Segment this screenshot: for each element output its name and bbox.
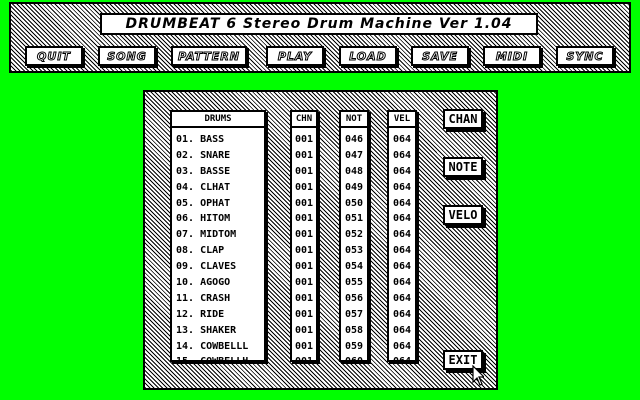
velocity-value[interactable]: 064: [389, 196, 415, 212]
quit-button[interactable]: QUIT: [25, 46, 83, 66]
chan-button[interactable]: CHAN: [443, 109, 483, 129]
velocity-value[interactable]: 064: [389, 211, 415, 227]
drum-list-item[interactable]: 08. CLAP: [172, 243, 264, 259]
midi-button[interactable]: MIDI: [483, 46, 541, 66]
note-value[interactable]: 056: [341, 291, 367, 307]
load-button[interactable]: LOAD: [339, 46, 397, 66]
velocity-value[interactable]: 064: [389, 132, 415, 148]
channel-value[interactable]: 001: [292, 275, 316, 291]
channel-value[interactable]: 001: [292, 259, 316, 275]
app-title: DRUMBEAT 6 Stereo Drum Machine Ver 1.04: [100, 13, 538, 35]
channel-value[interactable]: 001: [292, 227, 316, 243]
channel-column: CHN 001 001 001 001 001 001 001 001 001 001 001 001…: [290, 110, 318, 367]
note-value[interactable]: 052: [341, 227, 367, 243]
drum-list-item[interactable]: 09. CLAVES: [172, 259, 264, 275]
drum-list-item[interactable]: 06. HITOM: [172, 211, 264, 227]
velocity-value[interactable]: 064: [389, 291, 415, 307]
drum-list-item[interactable]: 05. OPHAT: [172, 196, 264, 212]
song-button[interactable]: SONG: [98, 46, 156, 66]
channel-value[interactable]: 001: [292, 211, 316, 227]
note-value[interactable]: 050: [341, 196, 367, 212]
velocity-value[interactable]: 064: [389, 354, 415, 370]
note-value[interactable]: 051: [341, 211, 367, 227]
velocity-value[interactable]: 064: [389, 307, 415, 323]
drum-list-item[interactable]: 13. SHAKER: [172, 323, 264, 339]
channel-value[interactable]: 001: [292, 180, 316, 196]
chn-header: CHN: [292, 112, 316, 128]
drum-list-item[interactable]: 04. CLHAT: [172, 180, 264, 196]
velocity-value[interactable]: 064: [389, 227, 415, 243]
velocity-value[interactable]: 064: [389, 259, 415, 275]
velocity-value[interactable]: 064: [389, 164, 415, 180]
velocity-value[interactable]: 064: [389, 275, 415, 291]
channel-value[interactable]: 001: [292, 307, 316, 323]
note-value[interactable]: 055: [341, 275, 367, 291]
drum-list-item[interactable]: 07. MIDTOM: [172, 227, 264, 243]
channel-value[interactable]: 001: [292, 132, 316, 148]
note-value[interactable]: 049: [341, 180, 367, 196]
velocity-value[interactable]: 064: [389, 323, 415, 339]
drum-list-item[interactable]: 11. CRASH: [172, 291, 264, 307]
mouse-pointer-icon: [472, 365, 484, 386]
channel-value[interactable]: 001: [292, 354, 316, 370]
note-value[interactable]: 048: [341, 164, 367, 180]
channel-value[interactable]: 001: [292, 148, 316, 164]
note-button[interactable]: NOTE: [443, 157, 483, 177]
channel-value[interactable]: 001: [292, 196, 316, 212]
note-value[interactable]: 057: [341, 307, 367, 323]
note-column: NOT 046 047 048 049 050 051 052 053 054 055 056 057…: [339, 110, 369, 367]
note-value[interactable]: 053: [341, 243, 367, 259]
channel-value[interactable]: 001: [292, 323, 316, 339]
drum-list-item[interactable]: 12. RIDE: [172, 307, 264, 323]
channel-value[interactable]: 001: [292, 291, 316, 307]
channel-value[interactable]: 001: [292, 339, 316, 355]
channel-value[interactable]: 001: [292, 164, 316, 180]
play-button[interactable]: PLAY: [266, 46, 324, 66]
velo-button[interactable]: VELO: [443, 205, 483, 225]
note-value[interactable]: 060: [341, 354, 367, 370]
drum-list-item[interactable]: 02. SNARE: [172, 148, 264, 164]
note-value[interactable]: 059: [341, 339, 367, 355]
drum-list-item[interactable]: 01. BASS: [172, 132, 264, 148]
drum-list-item[interactable]: 10. AGOGO: [172, 275, 264, 291]
drum-settings-panel: DRUMS 01. BASS 02. SNARE 03. BASSE 04. CLHA…: [143, 90, 498, 390]
sync-button[interactable]: SYNC: [556, 46, 614, 66]
velocity-column: VEL 064 064 064 064 064 064 064 064 064 064 064 064…: [387, 110, 417, 367]
velocity-value[interactable]: 064: [389, 243, 415, 259]
vel-header: VEL: [389, 112, 415, 128]
note-value[interactable]: 054: [341, 259, 367, 275]
note-value[interactable]: 058: [341, 323, 367, 339]
velocity-value[interactable]: 064: [389, 148, 415, 164]
velocity-value[interactable]: 064: [389, 180, 415, 196]
drums-header: DRUMS: [172, 112, 264, 128]
channel-value[interactable]: 001: [292, 243, 316, 259]
not-header: NOT: [341, 112, 367, 128]
pattern-button[interactable]: PATTERN: [171, 46, 247, 66]
note-value[interactable]: 047: [341, 148, 367, 164]
drums-list: DRUMS 01. BASS 02. SNARE 03. BASSE 04. CLHA…: [170, 110, 266, 367]
note-value[interactable]: 046: [341, 132, 367, 148]
drum-list-item[interactable]: 03. BASSE: [172, 164, 264, 180]
menu-bar: DRUMBEAT 6 Stereo Drum Machine Ver 1.04 …: [9, 2, 631, 73]
save-button[interactable]: SAVE: [411, 46, 469, 66]
velocity-value[interactable]: 064: [389, 339, 415, 355]
drum-list-item[interactable]: 14. COWBELLL: [172, 339, 264, 355]
drum-list-item[interactable]: 15. COWBELLH: [172, 354, 264, 370]
